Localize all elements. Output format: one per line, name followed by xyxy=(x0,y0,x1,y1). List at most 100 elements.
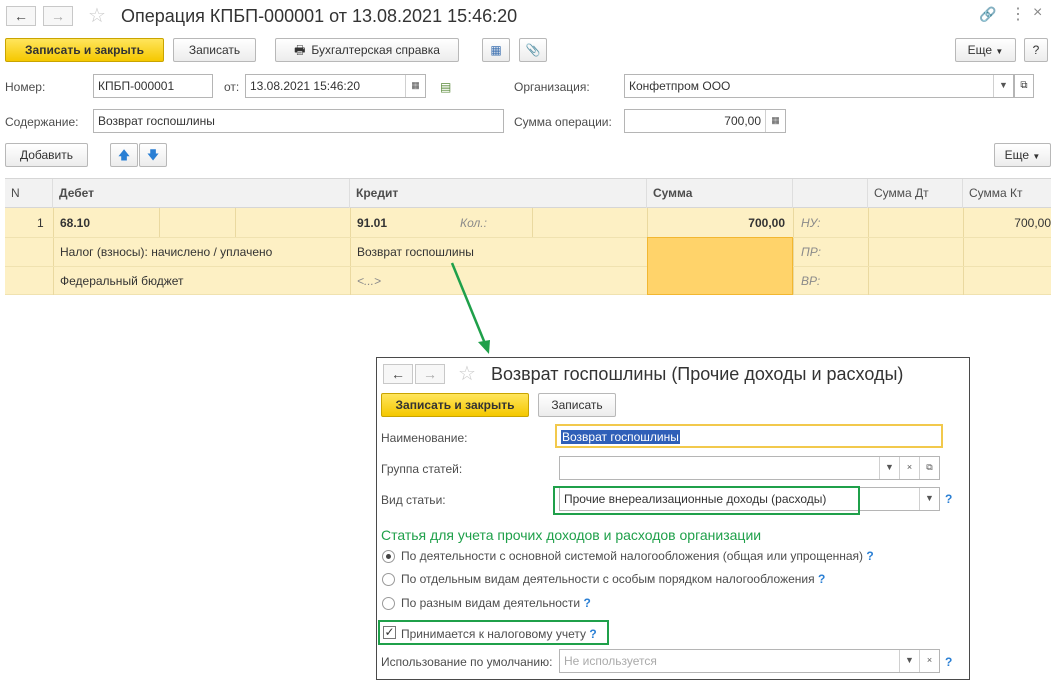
number-label: Номер: xyxy=(5,80,46,94)
radio-main-activity[interactable] xyxy=(382,550,395,563)
credit-account[interactable]: 91.01 xyxy=(357,216,387,230)
section-title: Статья для учета прочих доходов и расход… xyxy=(381,527,762,543)
move-up-button[interactable]: 🡅 xyxy=(110,143,138,167)
chevron-down-icon[interactable]: ▼ xyxy=(879,457,899,479)
sub-back-button[interactable]: ← xyxy=(383,364,413,384)
radio1-help-icon[interactable]: ? xyxy=(866,549,873,563)
article-subwindow: ← → ☆ Возврат госпошлины (Прочие доходы … xyxy=(376,357,970,680)
accounting-report-button[interactable]: 🖶 Бухгалтерская справка xyxy=(275,38,459,62)
sum-selected-cell[interactable] xyxy=(647,237,793,295)
move-down-button[interactable]: 🡇 xyxy=(139,143,167,167)
radio-various-activity-label: По разным видам деятельности ? xyxy=(401,596,591,610)
sum-value[interactable]: 700,00 xyxy=(655,216,785,230)
paperclip-icon: 📎 xyxy=(525,43,541,57)
content-field[interactable]: Возврат госпошлины xyxy=(93,109,504,133)
calculator-icon[interactable]: ▦ xyxy=(765,110,785,132)
link-icon[interactable]: 🔗 xyxy=(979,6,996,23)
credit-subconto-1[interactable]: Возврат госпошлины xyxy=(357,245,474,259)
radio3-help-icon[interactable]: ? xyxy=(583,596,590,610)
table-more-button[interactable]: Еще ▼ xyxy=(994,143,1051,167)
sub-favorite-star-icon[interactable]: ☆ xyxy=(458,361,476,386)
name-label: Наименование: xyxy=(381,431,468,445)
attachments-button[interactable]: 📎 xyxy=(519,38,547,62)
arrow-left-icon: ← xyxy=(14,8,28,24)
debit-subconto-1[interactable]: Налог (взносы): начислено / уплачено xyxy=(60,245,272,259)
column-n[interactable]: N xyxy=(5,179,53,208)
default-usage-field[interactable]: Не используется ▼ × xyxy=(559,649,940,673)
column-debit[interactable]: Дебет xyxy=(53,179,350,208)
row-number: 1 xyxy=(37,216,44,230)
column-sum-kt[interactable]: Сумма Кт xyxy=(963,179,1051,208)
chevron-down-icon[interactable]: ▼ xyxy=(993,75,1013,97)
table-row[interactable]: 1 68.10 Налог (взносы): начислено / упла… xyxy=(5,208,1051,295)
more-button-label: Еще xyxy=(967,43,993,57)
operation-sum-value: 700,00 xyxy=(724,114,761,128)
posted-status-icon[interactable]: ▤ xyxy=(440,80,451,94)
group-label: Группа статей: xyxy=(381,462,463,476)
debit-subconto-2[interactable]: Федеральный бюджет xyxy=(60,274,184,288)
more-button[interactable]: Еще ▼ xyxy=(955,38,1016,62)
window-title: Операция КПБП-000001 от 13.08.2021 15:46… xyxy=(121,6,518,26)
radio-main-activity-label: По деятельности с основной системой нало… xyxy=(401,549,874,563)
sub-save-and-close-button[interactable]: Записать и закрыть xyxy=(381,393,529,417)
arrow-down-icon: 🡇 xyxy=(146,148,160,162)
tax-accounting-checkbox[interactable]: ✓ xyxy=(383,626,396,639)
arrow-right-icon: → xyxy=(423,366,437,382)
chevron-down-icon[interactable]: ▼ xyxy=(899,650,919,672)
radio-special-activity[interactable] xyxy=(382,573,395,586)
vr-label: ВР: xyxy=(801,274,821,288)
save-button[interactable]: Записать xyxy=(173,38,256,62)
organization-label: Организация: xyxy=(514,80,590,94)
arrow-up-icon: 🡅 xyxy=(117,148,131,162)
column-blank xyxy=(793,179,868,208)
clear-icon[interactable]: × xyxy=(899,457,919,479)
table-more-label: Еще xyxy=(1004,148,1030,162)
forward-button[interactable]: → xyxy=(43,6,73,26)
name-value: Возврат госпошлины xyxy=(561,430,680,444)
tax-help-icon[interactable]: ? xyxy=(589,627,596,641)
date-field[interactable]: 13.08.2021 15:46:20 ▦ xyxy=(245,74,426,98)
number-field[interactable]: КПБП-000001 xyxy=(93,74,213,98)
radio2-help-icon[interactable]: ? xyxy=(818,572,825,586)
annotation-arrow xyxy=(450,262,490,354)
clear-icon[interactable]: × xyxy=(919,650,939,672)
quantity-label: Кол.: xyxy=(460,216,487,230)
column-sum-dt[interactable]: Сумма Дт xyxy=(868,179,963,208)
credit-subconto-2[interactable]: <...> xyxy=(357,274,381,288)
sub-forward-button[interactable]: → xyxy=(415,364,445,384)
kind-help-icon[interactable]: ? xyxy=(945,492,952,506)
date-label: от: xyxy=(224,80,240,94)
default-usage-label: Использование по умолчанию: xyxy=(381,655,553,669)
calendar-icon[interactable]: ▦ xyxy=(405,75,425,97)
chevron-down-icon[interactable]: ▼ xyxy=(919,488,939,510)
organization-field[interactable]: Конфетпром ООО ▼ xyxy=(624,74,1014,98)
radio-various-activity[interactable] xyxy=(382,597,395,610)
more-vertical-icon[interactable]: ⋮ xyxy=(1010,4,1026,24)
kind-label: Вид статьи: xyxy=(381,493,446,507)
sub-save-button[interactable]: Записать xyxy=(538,393,616,417)
operation-sum-label: Сумма операции: xyxy=(514,115,612,129)
operation-sum-field[interactable]: 700,00 ▦ xyxy=(624,109,786,133)
open-organization-icon[interactable]: ⧉ xyxy=(1014,74,1034,98)
sum-kt-value[interactable]: 700,00 xyxy=(971,216,1051,230)
nu-label: НУ: xyxy=(801,216,821,230)
accounting-report-label: Бухгалтерская справка xyxy=(311,43,440,57)
favorite-star-icon[interactable]: ☆ xyxy=(88,3,106,28)
structure-button[interactable]: ▦ xyxy=(482,38,510,62)
date-value: 13.08.2021 15:46:20 xyxy=(250,79,361,93)
debit-account[interactable]: 68.10 xyxy=(60,216,90,230)
open-icon[interactable]: ⧉ xyxy=(919,457,939,479)
column-sum[interactable]: Сумма xyxy=(647,179,793,208)
hierarchy-icon: ▦ xyxy=(490,43,502,57)
save-and-close-button[interactable]: Записать и закрыть xyxy=(5,38,164,62)
name-field[interactable]: Возврат госпошлины xyxy=(555,424,943,448)
column-credit[interactable]: Кредит xyxy=(350,179,647,208)
arrow-right-icon: → xyxy=(51,8,65,24)
back-button[interactable]: ← xyxy=(6,6,36,26)
help-button[interactable]: ? xyxy=(1024,38,1048,62)
add-row-button[interactable]: Добавить xyxy=(5,143,88,167)
default-usage-help-icon[interactable]: ? xyxy=(945,655,952,669)
close-icon[interactable]: × xyxy=(1033,4,1042,22)
group-field[interactable]: ▼ × ⧉ xyxy=(559,456,940,480)
kind-highlight-frame xyxy=(553,486,860,515)
